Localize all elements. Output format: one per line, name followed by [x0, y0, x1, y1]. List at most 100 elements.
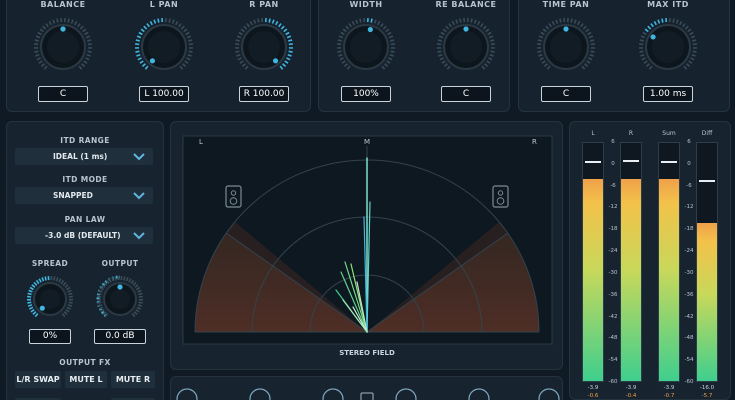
- meter-scale-tick: -36: [608, 291, 618, 298]
- meter-label: L: [591, 130, 595, 137]
- meter-fill: [621, 179, 641, 381]
- link-icon[interactable]: [360, 392, 374, 400]
- knob-cell-time-pan: TIME PAN C: [516, 0, 616, 110]
- field-mid-marker: M: [364, 138, 370, 146]
- knob-cell-balance: BALANCE C: [13, 0, 113, 110]
- pan-law-label: PAN LAW: [64, 215, 106, 224]
- meter-scale-tick: -24: [608, 248, 618, 255]
- pan-law-value: -3.0 dB (DEFAULT): [45, 231, 121, 240]
- width-value[interactable]: 100%: [341, 86, 391, 102]
- width-knob[interactable]: [335, 16, 397, 78]
- meter-readout-peak: -5.7: [701, 393, 713, 399]
- knob-cap: [47, 31, 79, 63]
- lr-swap-button[interactable]: L/R SWAP: [15, 371, 61, 388]
- itd-range-value: IDEAL (1 ms): [53, 152, 108, 161]
- meter-label: Diff: [701, 130, 713, 137]
- meter-scale-tick: 0: [611, 160, 615, 167]
- meter-scale-tick: 6: [611, 139, 615, 145]
- meter-peak-hold: [623, 160, 639, 163]
- max-itd-value[interactable]: 1.00 ms: [643, 86, 693, 102]
- meter-fill: [697, 223, 717, 381]
- output-label: OUTPUT: [101, 259, 139, 268]
- knob-indicator: [563, 26, 569, 32]
- knob-cap: [148, 31, 180, 63]
- output-fx-label: OUTPUT FX: [59, 358, 111, 367]
- itd-range-dropdown[interactable]: IDEAL (1 ms): [15, 148, 153, 165]
- pan-law-dropdown[interactable]: -3.0 dB (DEFAULT): [15, 227, 153, 244]
- re-balance-value[interactable]: C: [441, 86, 491, 102]
- meter-scale-tick: -48: [608, 335, 618, 342]
- meter-scale-tick: -6: [610, 182, 616, 189]
- re-balance-knob[interactable]: [435, 16, 497, 78]
- meter-scale-tick: -60: [608, 379, 618, 385]
- spread-knob[interactable]: [25, 274, 75, 324]
- balance-value[interactable]: C: [38, 86, 88, 102]
- meter-scale-tick: -6: [686, 182, 692, 189]
- itd-mode-label: ITD MODE: [62, 175, 108, 184]
- max-itd-knob[interactable]: [637, 16, 699, 78]
- itd-mode-dropdown[interactable]: SNAPPED: [15, 187, 153, 204]
- stereo-field-display: L M R STEREO FIELD: [182, 135, 553, 357]
- meter-readout-level: -3.9: [587, 385, 599, 391]
- node-icon[interactable]: [322, 388, 344, 400]
- meter-bar-diff: [696, 142, 718, 382]
- l-pan-value[interactable]: L 100.00: [139, 86, 189, 102]
- meter-bar-r: [620, 142, 642, 382]
- knob-cap: [248, 31, 280, 63]
- node-icon[interactable]: [249, 388, 271, 400]
- meter-scale-tick: -30: [608, 269, 618, 276]
- meter-scale-tick: 6: [687, 139, 691, 145]
- chevron-down-icon: [133, 153, 145, 161]
- meter-peak-hold: [585, 161, 601, 163]
- knob-cap: [350, 31, 382, 63]
- node-icon[interactable]: [538, 388, 560, 400]
- balance-knob[interactable]: [32, 16, 94, 78]
- meter-scale-tick: -60: [684, 379, 694, 385]
- meter-fill: [659, 179, 679, 381]
- time-pan-value[interactable]: C: [541, 86, 591, 102]
- output-knob[interactable]: [95, 274, 145, 324]
- time-pan-knob[interactable]: [535, 16, 597, 78]
- node-icon[interactable]: [395, 388, 417, 400]
- knob-label: BALANCE: [40, 0, 86, 9]
- mute-r-button[interactable]: MUTE R: [111, 371, 155, 388]
- node-strip-display: [176, 388, 560, 400]
- node-icon[interactable]: [468, 388, 490, 400]
- knob-indicator: [39, 305, 45, 311]
- r-pan-knob[interactable]: [233, 16, 295, 78]
- knob-label: TIME PAN: [542, 0, 590, 9]
- knob-cell-l-pan: L PAN L 100.00: [114, 0, 214, 110]
- r-pan-value[interactable]: R 100.00: [239, 86, 289, 102]
- meter-scale-tick: -24: [684, 248, 694, 255]
- meter-readout-level: -16.0: [699, 385, 715, 391]
- left-settings-panel: ITD RANGE IDEAL (1 ms) ITD MODE SNAPPED …: [6, 121, 164, 400]
- knob-indicator: [117, 284, 123, 290]
- knob-label: R PAN: [249, 0, 279, 9]
- chevron-down-icon: [133, 232, 145, 240]
- knob-indicator: [463, 26, 469, 32]
- meter-readout-peak: -0.4: [625, 393, 637, 399]
- meter-scale-tick: -18: [684, 226, 694, 233]
- itd-mode-value: SNAPPED: [53, 191, 93, 200]
- node-icon[interactable]: [176, 388, 198, 400]
- meter-readout-level: -3.9: [663, 385, 675, 391]
- knob-indicator: [650, 34, 656, 40]
- meter-bar-sum: [658, 142, 680, 382]
- knob-cell-width: WIDTH 100%: [316, 0, 416, 110]
- meter-readout-peak: -0.6: [587, 393, 599, 399]
- stereo-field-title: STEREO FIELD: [339, 349, 395, 357]
- mute-l-button[interactable]: MUTE L: [65, 371, 107, 388]
- spread-value[interactable]: 0%: [29, 329, 71, 344]
- knob-indicator: [367, 26, 373, 33]
- spread-label: SPREAD: [31, 259, 69, 268]
- meter-scale-tick: -42: [608, 313, 618, 320]
- meter-scale-tick: 0: [687, 160, 691, 167]
- meter-peak-hold: [661, 161, 677, 164]
- output-value[interactable]: 0.0 dB: [94, 329, 146, 344]
- l-pan-knob[interactable]: [133, 16, 195, 78]
- meter-label: R: [628, 130, 634, 137]
- meter-scale-tick: -30: [684, 269, 694, 276]
- meter-readout-peak: -0.7: [663, 393, 675, 399]
- field-right-marker: R: [532, 138, 537, 146]
- knob-cell-r-pan: R PAN R 100.00: [214, 0, 314, 110]
